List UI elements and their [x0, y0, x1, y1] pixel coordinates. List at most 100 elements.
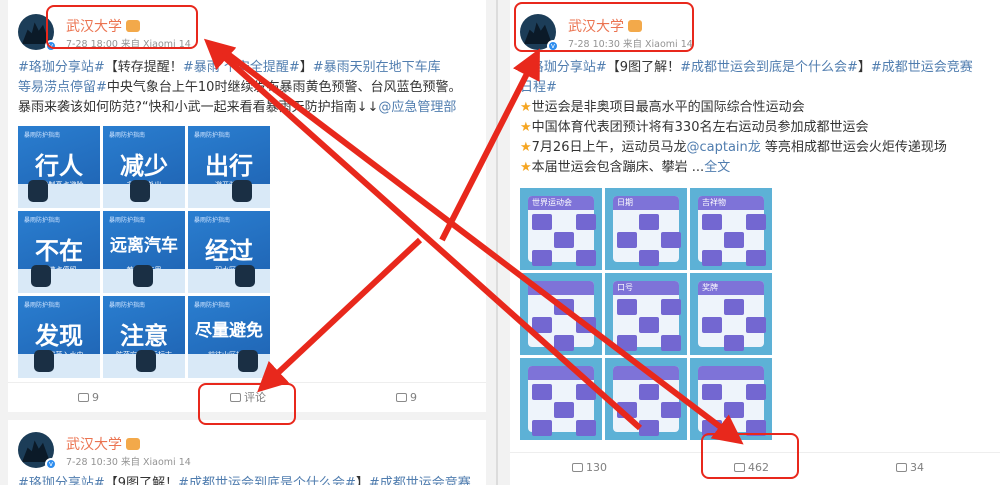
image-thumbnail[interactable]: [520, 358, 602, 440]
text-span: 】: [857, 60, 871, 75]
mention-link[interactable]: @captain龙: [686, 140, 760, 155]
mention-link[interactable]: @应急管理部: [378, 100, 456, 115]
sport-pictogram-icon: [746, 384, 766, 400]
sport-pictogram-icon: [661, 402, 681, 418]
left-post-card-2: v 武汉大学 7-28 10:30 来自 Xiaomi 14 #珞珈分享站#【9…: [8, 420, 486, 485]
image-thumbnail[interactable]: 口号: [605, 273, 687, 355]
author-name[interactable]: 武汉大学: [66, 434, 140, 454]
tile-label: 口号: [617, 283, 633, 292]
image-thumbnail[interactable]: 暴雨防护指南减少非必要外出: [103, 126, 185, 208]
sport-pictogram-icon: [661, 232, 681, 248]
text-span: 本届世运会包含蹦床、攀岩 ...: [531, 160, 705, 175]
figure-illustration: [232, 180, 252, 202]
hashtag-link[interactable]: #暴雨: [183, 60, 220, 75]
tile-caption: 暴雨防护指南: [109, 217, 146, 224]
image-thumbnail[interactable]: 日期: [605, 188, 687, 270]
star-icon: ★: [520, 160, 532, 175]
text-line: #珞珈分享站#【9图了解！#成都世运会到底是个什么会#】#成都世运会竞赛: [520, 58, 973, 78]
image-thumbnail[interactable]: 暴雨防护指南注意防范安全警示标志: [103, 296, 185, 378]
image-thumbnail[interactable]: 暴雨防护指南尽量避免前往山区旅游: [188, 296, 270, 378]
post-meta: 7-28 10:30 来自 Xiaomi 14: [66, 457, 191, 468]
sport-pictogram-icon: [617, 232, 637, 248]
image-thumbnail[interactable]: 暴雨防护指南出行避开漩涡: [188, 126, 270, 208]
tile-caption: 暴雨防护指南: [24, 217, 61, 224]
sport-pictogram-icon: [576, 214, 596, 230]
tile-card-header: [528, 366, 594, 380]
image-thumbnail[interactable]: 暴雨防护指南经过积水区域: [188, 211, 270, 293]
image-grid: 世界运动会 日期 吉祥物口号 奖牌: [520, 188, 772, 440]
hashtag-link[interactable]: 日程#: [520, 80, 557, 95]
post-text: #珞珈分享站#【9图了解！#成都世运会到底是个什么会#】#成都世运会竞赛: [18, 474, 471, 485]
figure-illustration: [235, 265, 255, 287]
sport-pictogram-icon: [576, 317, 596, 333]
tile-caption: 暴雨防护指南: [24, 302, 61, 309]
image-thumbnail[interactable]: 世界运动会: [520, 188, 602, 270]
image-thumbnail[interactable]: 暴雨防护指南不在易涝点停留: [18, 211, 100, 293]
sport-pictogram-icon: [576, 420, 596, 436]
repost-button[interactable]: 130: [572, 453, 607, 483]
figure-illustration: [28, 180, 48, 202]
hashtag-link[interactable]: 等易涝点停留#: [18, 80, 107, 95]
post-header: v 武汉大学 7-28 10:30 来自 Xiaomi 14: [18, 430, 278, 474]
text-span: 【9图了解！: [104, 476, 179, 485]
text-span: 中央气象台上午10时继续发布暴雨黄色预警、台风蓝色预警。: [106, 80, 462, 95]
sport-pictogram-icon: [746, 317, 766, 333]
tile-label: 世界运动会: [532, 198, 572, 207]
sport-pictogram-icon: [639, 384, 659, 400]
like-button[interactable]: 9: [396, 383, 417, 412]
sport-pictogram-icon: [554, 402, 574, 418]
hashtag-link[interactable]: #成都世运会竞赛: [871, 60, 973, 75]
text-line: 日程#: [520, 78, 973, 98]
highlight-box-right-comment: [701, 433, 799, 479]
mention-link[interactable]: 全文: [704, 160, 730, 175]
sport-pictogram-icon: [554, 299, 574, 315]
image-thumbnail[interactable]: 吉祥物: [690, 188, 772, 270]
hashtag-link[interactable]: #暴雨天别在地下车库: [313, 60, 441, 75]
image-thumbnail[interactable]: 暴雨防护指南发现有电线落入水中: [18, 296, 100, 378]
sport-pictogram-icon: [532, 317, 552, 333]
hashtag-link[interactable]: #成都世运会到底是个什么会#: [178, 476, 356, 485]
right-post-card: v 武汉大学 7-28 10:30 来自 Xiaomi 14 #珞珈分享站#【9…: [510, 0, 1000, 485]
text-line: #珞珈分享站#【转存提醒！#暴雨 个安全提醒#】#暴雨天别在地下车库: [18, 58, 461, 78]
sport-pictogram-icon: [617, 335, 637, 351]
sport-pictogram-icon: [532, 384, 552, 400]
tile-headline: 不在: [35, 237, 83, 265]
sport-pictogram-icon: [724, 402, 744, 418]
tile-headline: 发现: [35, 322, 83, 350]
sport-pictogram-icon: [576, 250, 596, 266]
image-thumbnail[interactable]: 暴雨防护指南行人寻找制高点避险: [18, 126, 100, 208]
image-thumbnail[interactable]: [690, 358, 772, 440]
repost-button[interactable]: 9: [78, 383, 99, 412]
hashtag-link[interactable]: 个安全提醒#: [220, 60, 300, 75]
hashtag-link[interactable]: #珞珈分享站#: [18, 476, 105, 485]
image-thumbnail[interactable]: [605, 358, 687, 440]
sport-pictogram-icon: [554, 335, 574, 351]
tile-caption: 暴雨防护指南: [194, 132, 231, 139]
window-divider: [496, 0, 498, 485]
tile-illustration: [188, 269, 270, 293]
text-span: 7月26日上午，运动员马龙: [531, 140, 687, 155]
sport-pictogram-icon: [746, 214, 766, 230]
tile-caption: 暴雨防护指南: [194, 217, 231, 224]
hashtag-link[interactable]: #珞珈分享站#: [520, 60, 607, 75]
text-span: 世运会是非奥项目最高水平的国际综合性运动会: [531, 100, 805, 115]
image-thumbnail[interactable]: 奖牌: [690, 273, 772, 355]
tile-caption: 暴雨防护指南: [24, 132, 61, 139]
sport-pictogram-icon: [724, 335, 744, 351]
image-thumbnail[interactable]: 暴雨防护指南远离汽车若被困车里: [103, 211, 185, 293]
tile-card-header: [698, 366, 764, 380]
sport-pictogram-icon: [724, 232, 744, 248]
hashtag-link[interactable]: #成都世运会到底是个什么会#: [680, 60, 858, 75]
text-line: #珞珈分享站#【9图了解！#成都世运会到底是个什么会#】#成都世运会竞赛: [18, 474, 471, 485]
post-text: #珞珈分享站#【转存提醒！#暴雨 个安全提醒#】#暴雨天别在地下车库等易涝点停留…: [18, 58, 461, 118]
hashtag-link[interactable]: #成都世运会竞赛: [369, 476, 471, 485]
text-line: 暴雨来袭该如何防范?“快和小武一起来看看暴雨天防护指南↓↓@应急管理部: [18, 98, 461, 118]
tile-card-header: [613, 366, 679, 380]
tile-caption: 暴雨防护指南: [109, 132, 146, 139]
sport-pictogram-icon: [661, 299, 681, 315]
hashtag-link[interactable]: #珞珈分享站#: [18, 60, 105, 75]
image-thumbnail[interactable]: [520, 273, 602, 355]
text-span: 【转存提醒！: [104, 60, 183, 75]
like-button[interactable]: 34: [896, 453, 924, 483]
sport-pictogram-icon: [576, 384, 596, 400]
